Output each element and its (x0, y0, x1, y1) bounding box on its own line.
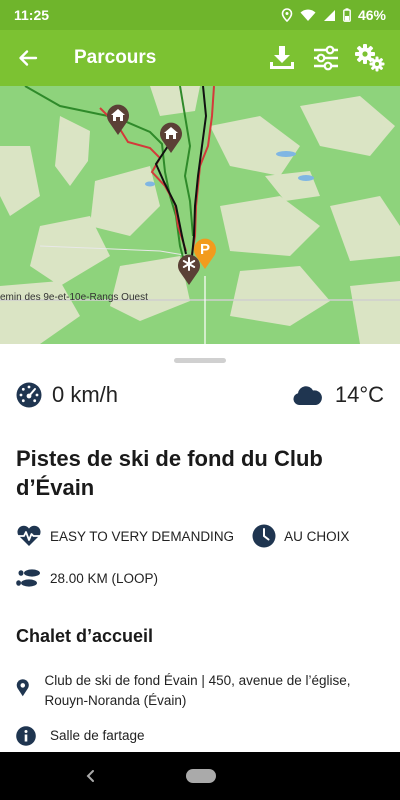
difficulty-label: EASY TO VERY DEMANDING (50, 528, 235, 544)
system-nav-bar (0, 752, 400, 800)
back-button[interactable] (0, 30, 56, 86)
download-button[interactable] (260, 30, 304, 86)
address-row[interactable]: Club de ski de fond Évain | 450, avenue … (16, 671, 384, 711)
settings-button[interactable] (348, 30, 392, 86)
distance-label: 28.00 KM (LOOP) (50, 570, 159, 586)
battery-percent: 46% (357, 7, 386, 23)
map-canvas (0, 86, 400, 344)
status-bar: 11:25 46% (0, 0, 400, 30)
trail-details-sheet: 0 km/h 14°C Pistes de ski de fond du Clu… (0, 344, 400, 752)
info-icon (16, 726, 36, 746)
chalet-marker-icon[interactable] (105, 102, 131, 136)
road-label: emin des 9e-et-10e-Rangs Ouest (0, 292, 148, 303)
cloud-icon (293, 386, 322, 405)
temperature-value: 14°C (334, 382, 384, 407)
speed-value: 0 km/h (52, 382, 119, 407)
trail-start-marker-icon[interactable] (176, 252, 202, 286)
service-row: Salle de fartage (16, 726, 384, 746)
location-icon (281, 8, 293, 22)
chalet-marker-icon[interactable] (158, 120, 184, 154)
app-bar: Parcours (0, 30, 400, 86)
page-title: Parcours (74, 47, 157, 68)
app-actions (260, 30, 400, 86)
trail-stats-row: EASY TO VERY DEMANDING AU CHOIX (16, 524, 349, 548)
temperature-group: 14°C (291, 382, 384, 408)
service-text: Salle de fartage (50, 728, 145, 743)
trail-title: Pistes de ski de fond du Club d’Évain (16, 446, 323, 500)
nav-home-button[interactable] (186, 769, 216, 783)
arrow-left-icon (19, 50, 38, 66)
clock-icon (252, 524, 276, 548)
duration-label: AU CHOIX (284, 528, 350, 544)
address-text: Club de ski de fond Évain | 450, avenue … (44, 673, 351, 708)
trail-map[interactable]: P emin des 9e-et-10e-Rangs Ouest (0, 86, 400, 344)
battery-icon (343, 8, 351, 22)
speedometer-icon (16, 382, 42, 408)
filter-button[interactable] (304, 30, 348, 86)
section-title: Chalet d’accueil (16, 626, 154, 646)
status-time: 11:25 (14, 7, 50, 23)
sliders-icon (314, 45, 338, 71)
wifi-icon (300, 9, 316, 22)
heart-pulse-icon (17, 525, 41, 546)
weather-row: 0 km/h 14°C (16, 378, 384, 412)
nav-back-button[interactable] (80, 766, 100, 786)
location-pin-icon (16, 679, 29, 697)
footprints-icon (16, 569, 40, 587)
chevron-left-icon (86, 770, 94, 782)
status-icons: 46% (281, 7, 386, 23)
gears-icon (355, 44, 385, 72)
download-icon (270, 46, 294, 69)
sheet-drag-handle[interactable] (174, 358, 226, 363)
distance-row: 28.00 KM (LOOP) (16, 568, 158, 588)
signal-icon (323, 9, 336, 22)
